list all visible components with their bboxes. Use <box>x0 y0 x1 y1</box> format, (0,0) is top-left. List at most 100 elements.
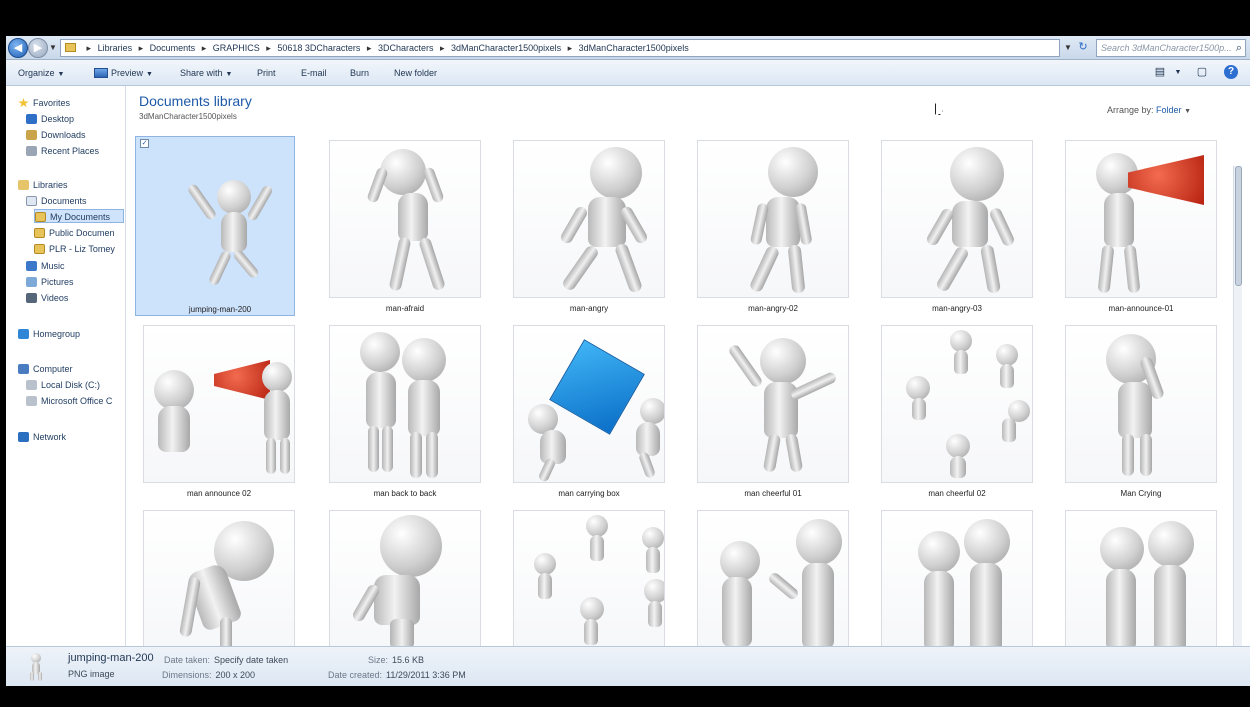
file-label: man-announce-01 <box>1108 304 1174 313</box>
view-options-icon[interactable]: ▤ <box>1152 65 1168 79</box>
share-with-button[interactable]: Share with ▼ <box>180 68 232 78</box>
network-icon <box>18 432 29 442</box>
library-title: Documents library <box>139 93 252 109</box>
nav-homegroup[interactable]: Homegroup <box>18 327 118 341</box>
nav-homegroup-label: Homegroup <box>33 329 81 339</box>
history-dropdown-icon[interactable]: ▼ <box>49 43 57 52</box>
file-tile-man-carrying-box[interactable]: man carrying box <box>505 321 665 501</box>
file-tile-man-angry-03[interactable]: man-angry-03 <box>873 136 1033 316</box>
details-date-created: Date created: 11/29/2011 3:36 PM <box>328 670 466 680</box>
crumb-libraries[interactable]: Libraries <box>98 43 133 53</box>
thumbnail <box>513 510 665 650</box>
recent-places-icon <box>26 146 37 156</box>
address-dropdown-icon[interactable]: ▼ <box>1064 43 1072 52</box>
vertical-scrollbar[interactable] <box>1233 166 1242 686</box>
selected-file-thumbnail <box>26 653 46 681</box>
crumb-3dman-2[interactable]: 3dManCharacter1500pixels <box>579 43 689 53</box>
chevron-right-icon: ▸ <box>201 43 207 53</box>
nav-network[interactable]: Network <box>18 430 118 444</box>
nav-videos[interactable]: Videos <box>26 291 121 305</box>
nav-desktop[interactable]: Desktop <box>26 112 121 126</box>
size-label: Size: <box>368 655 389 665</box>
details-dimensions: Dimensions: 200 x 200 <box>162 670 255 680</box>
nav-documents[interactable]: Documents <box>26 194 121 208</box>
arrange-by[interactable]: Arrange by: Folder ▼ <box>1107 105 1191 115</box>
nav-public-documents[interactable]: Public Documen <box>34 226 124 240</box>
file-tile-row3-2[interactable] <box>321 506 481 650</box>
nav-downloads-label: Downloads <box>41 130 86 140</box>
nav-libraries-label: Libraries <box>33 180 68 190</box>
file-tile-man-announce-02[interactable]: man announce 02 <box>135 321 295 501</box>
file-tile-man-angry[interactable]: man-angry <box>505 136 665 316</box>
refresh-icon[interactable]: ↻ <box>1074 40 1092 56</box>
file-tile-man-back-to-back[interactable]: man back to back <box>321 321 481 501</box>
file-tile-row3-4[interactable] <box>689 506 849 650</box>
file-tile-row3-5[interactable] <box>873 506 1033 650</box>
details-date-taken[interactable]: Date taken: Specify date taken <box>164 655 288 665</box>
file-label: man back to back <box>373 489 437 498</box>
chevron-down-icon: ▼ <box>57 71 65 78</box>
file-tile-man-announce-01[interactable]: man-announce-01 <box>1057 136 1217 316</box>
desktop-icon <box>26 114 37 124</box>
search-icon: ⌕ <box>1235 42 1242 54</box>
search-placeholder: Search 3dManCharacter1500p... <box>1101 43 1232 53</box>
nav-pictures[interactable]: Pictures <box>26 275 121 289</box>
thumbnail <box>144 141 296 299</box>
folder-icon <box>35 212 46 222</box>
file-tile-man-cheerful-01[interactable]: man cheerful 01 <box>689 321 849 501</box>
thumbnail <box>1065 140 1217 298</box>
help-icon[interactable]: ? <box>1224 65 1238 79</box>
nav-music-label: Music <box>41 261 65 271</box>
address-path[interactable]: ▸ Libraries ▸ Documents ▸ GRAPHICS ▸ 506… <box>60 39 1060 57</box>
chevron-down-icon: ▼ <box>146 71 153 78</box>
print-button[interactable]: Print <box>257 68 276 78</box>
scrollbar-thumb[interactable] <box>1235 166 1242 286</box>
nav-local-disk[interactable]: Local Disk (C:) <box>26 378 124 392</box>
chevron-right-icon: ▸ <box>567 43 573 53</box>
nav-recent-places[interactable]: Recent Places <box>26 144 121 158</box>
file-tile-row3-3[interactable] <box>505 506 665 650</box>
nav-favorites[interactable]: Favorites <box>18 96 118 110</box>
preview-pane-icon[interactable]: ▢ <box>1194 65 1210 79</box>
file-tile-man-angry-02[interactable]: man-angry-02 <box>689 136 849 316</box>
organize-button[interactable]: Organize ▼ <box>18 68 64 78</box>
folder-icon <box>34 228 45 238</box>
thumbnail <box>513 325 665 483</box>
disk-icon <box>26 380 37 390</box>
crumb-3dcharacters[interactable]: 3DCharacters <box>378 43 434 53</box>
new-folder-button[interactable]: New folder <box>394 68 437 78</box>
file-tile-row3-6[interactable] <box>1057 506 1217 650</box>
crumb-50618[interactable]: 50618 3DCharacters <box>277 43 360 53</box>
nav-recent-label: Recent Places <box>41 146 100 156</box>
file-tile-row3-1[interactable] <box>135 506 295 650</box>
dimensions-value: 200 x 200 <box>215 670 256 680</box>
thumbnail <box>1065 325 1217 483</box>
nav-libraries[interactable]: Libraries <box>18 178 118 192</box>
nav-computer[interactable]: Computer <box>18 362 118 376</box>
burn-button[interactable]: Burn <box>350 68 369 78</box>
crumb-3dman-1[interactable]: 3dManCharacter1500pixels <box>451 43 561 53</box>
crumb-documents[interactable]: Documents <box>150 43 196 53</box>
back-button[interactable]: ◀ <box>8 38 28 58</box>
nav-downloads[interactable]: Downloads <box>26 128 121 142</box>
nav-plr[interactable]: PLR - Liz Tomey <box>34 242 124 256</box>
nav-my-documents[interactable]: My Documents <box>34 209 124 223</box>
nav-music[interactable]: Music <box>26 259 121 273</box>
file-tile-jumping-man[interactable]: ✓ jumping-man-200 <box>135 136 295 316</box>
downloads-icon <box>26 130 37 140</box>
details-file-name: jumping-man-200 <box>68 652 154 664</box>
thumbnail <box>881 325 1033 483</box>
organize-label: Organize <box>18 68 55 78</box>
file-tile-man-afraid[interactable]: man-afraid <box>321 136 481 316</box>
chevron-down-icon[interactable]: ▼ <box>1170 69 1186 83</box>
preview-button[interactable]: Preview ▼ <box>94 68 153 78</box>
nav-office[interactable]: Microsoft Office C <box>26 394 124 408</box>
forward-button[interactable]: ▶ <box>28 38 48 58</box>
explorer-window: ◀ ▶ ▼ ▸ Libraries ▸ Documents ▸ GRAPHICS… <box>6 36 1250 686</box>
search-input[interactable]: Search 3dManCharacter1500p... ⌕ <box>1096 39 1246 57</box>
email-button[interactable]: E-mail <box>301 68 327 78</box>
thumbnail <box>329 510 481 650</box>
file-tile-man-crying[interactable]: Man Crying <box>1057 321 1217 501</box>
crumb-graphics[interactable]: GRAPHICS <box>213 43 260 53</box>
file-tile-man-cheerful-02[interactable]: man cheerful 02 <box>873 321 1033 501</box>
